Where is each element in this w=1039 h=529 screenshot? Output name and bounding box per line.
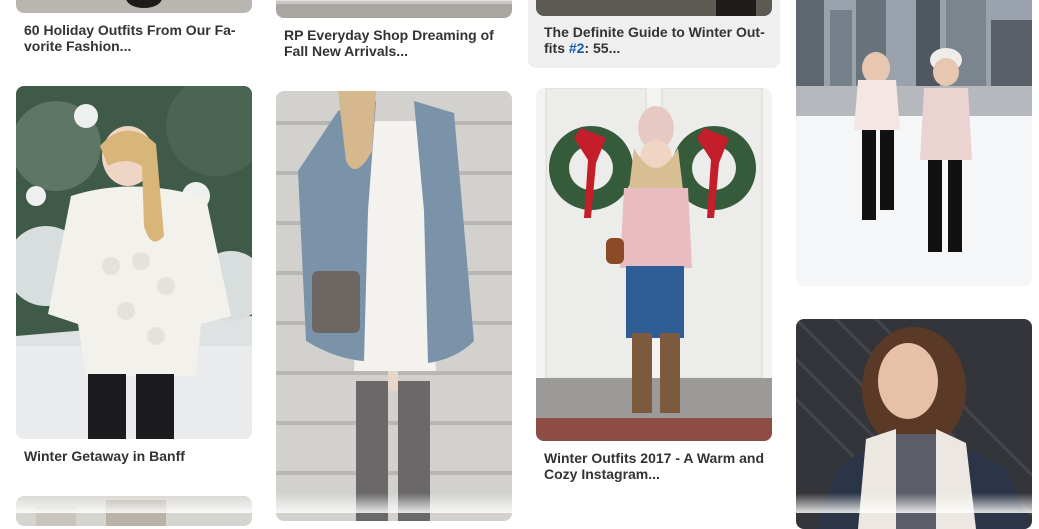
- pin-image-blue-coat[interactable]: [276, 91, 512, 521]
- pin-caption-everyday-shop[interactable]: RP Everyday Shop Dreaming of Fall New Ar…: [284, 27, 510, 59]
- pin-caption-winter-getaway[interactable]: Winter Getaway in Banff: [24, 448, 250, 464]
- pin-image-graphic: [276, 91, 512, 521]
- pin-caption-winter-outfits-2017[interactable]: Winter Outfits 2017 - A Warm and Cozy In…: [544, 450, 770, 482]
- pin-image-graphic: [276, 0, 512, 18]
- pin-image-graphic: [536, 88, 772, 441]
- caption-text: : 55...: [584, 40, 621, 56]
- pin-image-holiday-top[interactable]: [16, 0, 252, 13]
- pin-image-everyday-top[interactable]: [276, 0, 512, 18]
- pin-image-graphic: [16, 86, 252, 439]
- pin-image-graphic: [536, 0, 772, 16]
- pin-caption-winter-guide[interactable]: The Definite Guide to Winter Out- fits #…: [544, 24, 770, 56]
- pin-image-winter-guide-top[interactable]: [536, 0, 772, 16]
- pin-image-graphic: [796, 0, 1032, 286]
- bottom-fade: [0, 493, 1039, 513]
- pin-image-winter-getaway[interactable]: [16, 86, 252, 439]
- hashtag-link[interactable]: #2: [569, 40, 585, 56]
- pin-caption-holiday-outfits[interactable]: 60 Holiday Outfits From Our Fa- vorite F…: [24, 22, 250, 54]
- pin-image-graphic: [16, 0, 252, 13]
- pin-image-wreath-door[interactable]: [536, 88, 772, 441]
- pin-image-skating[interactable]: [796, 0, 1032, 286]
